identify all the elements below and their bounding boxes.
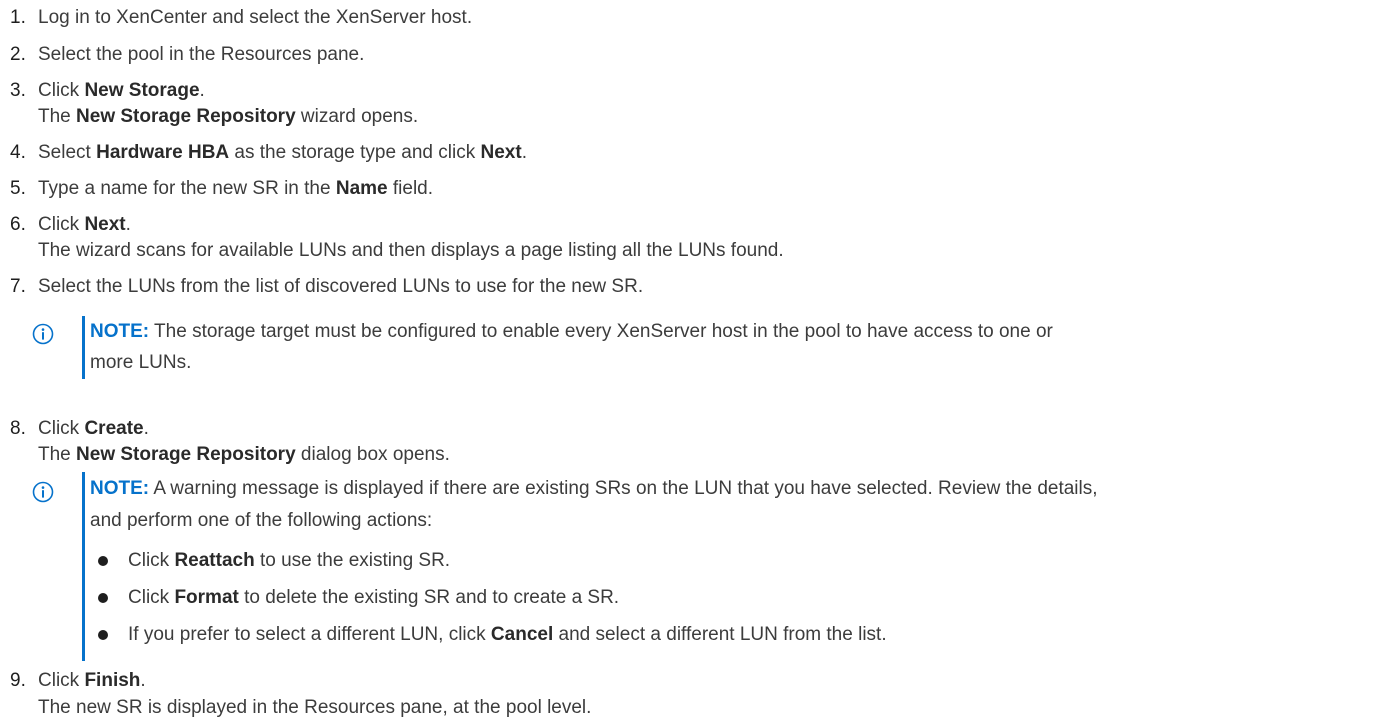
step-text-part: . bbox=[521, 142, 527, 163]
step-number: 1. bbox=[10, 7, 26, 28]
step-text-part: dialog box opens. bbox=[295, 444, 450, 465]
step-number: 7. bbox=[10, 276, 26, 297]
ui-term: Cancel bbox=[490, 624, 554, 645]
note-text-part: The storage target must be configured to… bbox=[149, 321, 1053, 342]
step-result: The New Storage Repository wizard opens. bbox=[38, 106, 418, 128]
step-text-part: Click bbox=[38, 418, 85, 439]
info-circle-icon bbox=[32, 481, 54, 503]
list-item-text: Click Reattach to use the existing SR. bbox=[128, 550, 450, 572]
step-number: 3. bbox=[10, 80, 26, 101]
note-callout: NOTE: The storage target must be configu… bbox=[32, 316, 1392, 380]
bullet-dot-icon bbox=[98, 556, 108, 566]
list-item-text: If you prefer to select a different LUN,… bbox=[128, 624, 887, 646]
list-item-part: Click bbox=[128, 587, 175, 608]
note-label: NOTE: bbox=[90, 321, 150, 342]
note-text-part: A warning message is displayed if there … bbox=[149, 478, 1098, 499]
step-text-part: Type a name for the new SR in the bbox=[38, 178, 336, 199]
step-text-part: wizard opens. bbox=[295, 106, 419, 127]
step-number: 4. bbox=[10, 142, 26, 163]
step-text-part: . bbox=[143, 418, 149, 439]
ui-term: Finish bbox=[84, 670, 141, 691]
step-result: The New Storage Repository dialog box op… bbox=[38, 444, 450, 466]
step-number: 5. bbox=[10, 178, 26, 199]
step-text-part: as the storage type and click bbox=[229, 142, 481, 163]
note-accent-bar bbox=[82, 472, 85, 661]
step-text-part: The bbox=[38, 444, 77, 465]
procedure-steps: 1. Log in to XenCenter and select the Xe… bbox=[0, 0, 1400, 722]
note-text: and perform one of the following actions… bbox=[90, 510, 433, 531]
ui-term: Next bbox=[480, 142, 522, 163]
ui-term: New Storage Repository bbox=[76, 444, 296, 465]
note-accent-bar bbox=[82, 316, 85, 379]
step-text: Select the pool in the Resources pane. bbox=[38, 44, 365, 65]
step-number: 6. bbox=[10, 214, 26, 235]
ui-term: Name bbox=[335, 178, 388, 199]
list-item-part: and select a different LUN from the list… bbox=[553, 624, 887, 645]
ui-term: Create bbox=[84, 418, 144, 439]
step-text: Log in to XenCenter and select the XenSe… bbox=[38, 7, 473, 28]
step-number: 2. bbox=[10, 44, 26, 65]
step-result: The new SR is displayed in the Resources… bbox=[38, 697, 592, 718]
info-circle-icon bbox=[32, 323, 54, 345]
step-result: The wizard scans for available LUNs and … bbox=[38, 240, 784, 261]
step-text-part: Select bbox=[38, 142, 97, 163]
note-text: NOTE: The storage target must be configu… bbox=[90, 321, 1053, 343]
step-text: Click Create. bbox=[38, 418, 149, 440]
ui-term: New Storage bbox=[84, 80, 200, 101]
step-text: Type a name for the new SR in the Name f… bbox=[38, 178, 433, 200]
list-item-part: If you prefer to select a different LUN,… bbox=[128, 624, 491, 645]
step-number: 9. bbox=[10, 670, 26, 691]
step-text-part: Click bbox=[38, 670, 85, 691]
step-number: 8. bbox=[10, 418, 26, 439]
bullet-dot-icon bbox=[98, 630, 108, 640]
note-label: NOTE: bbox=[90, 478, 150, 499]
note-text: more LUNs. bbox=[90, 352, 192, 373]
step-text-part: Click bbox=[38, 80, 85, 101]
note-text: NOTE: A warning message is displayed if … bbox=[90, 478, 1098, 500]
ui-term: Hardware HBA bbox=[96, 142, 230, 163]
bullet-dot-icon bbox=[98, 593, 108, 603]
ui-term: New Storage Repository bbox=[76, 106, 296, 127]
step-text: Select Hardware HBA as the storage type … bbox=[38, 142, 527, 164]
step-text: Click Next. bbox=[38, 214, 131, 236]
step-text: Click New Storage. bbox=[38, 80, 205, 102]
step-text-part: . bbox=[125, 214, 131, 235]
step-text-part: field. bbox=[387, 178, 434, 199]
ui-term: Next bbox=[84, 214, 126, 235]
step-text: Select the LUNs from the list of discove… bbox=[38, 276, 644, 297]
step-text-part: Click bbox=[38, 214, 85, 235]
list-item-part: Click bbox=[128, 550, 175, 571]
step-text-part: . bbox=[199, 80, 205, 101]
note-callout: NOTE: A warning message is displayed if … bbox=[32, 472, 1392, 662]
step-text: Click Finish. bbox=[38, 670, 146, 692]
list-item-text: Click Format to delete the existing SR a… bbox=[128, 587, 619, 609]
list-item-part: to use the existing SR. bbox=[254, 550, 451, 571]
step-text-part: The bbox=[38, 106, 77, 127]
ui-term: Reattach bbox=[174, 550, 255, 571]
list-item-part: to delete the existing SR and to create … bbox=[238, 587, 620, 608]
ui-term: Format bbox=[174, 587, 239, 608]
step-text-part: . bbox=[140, 670, 146, 691]
